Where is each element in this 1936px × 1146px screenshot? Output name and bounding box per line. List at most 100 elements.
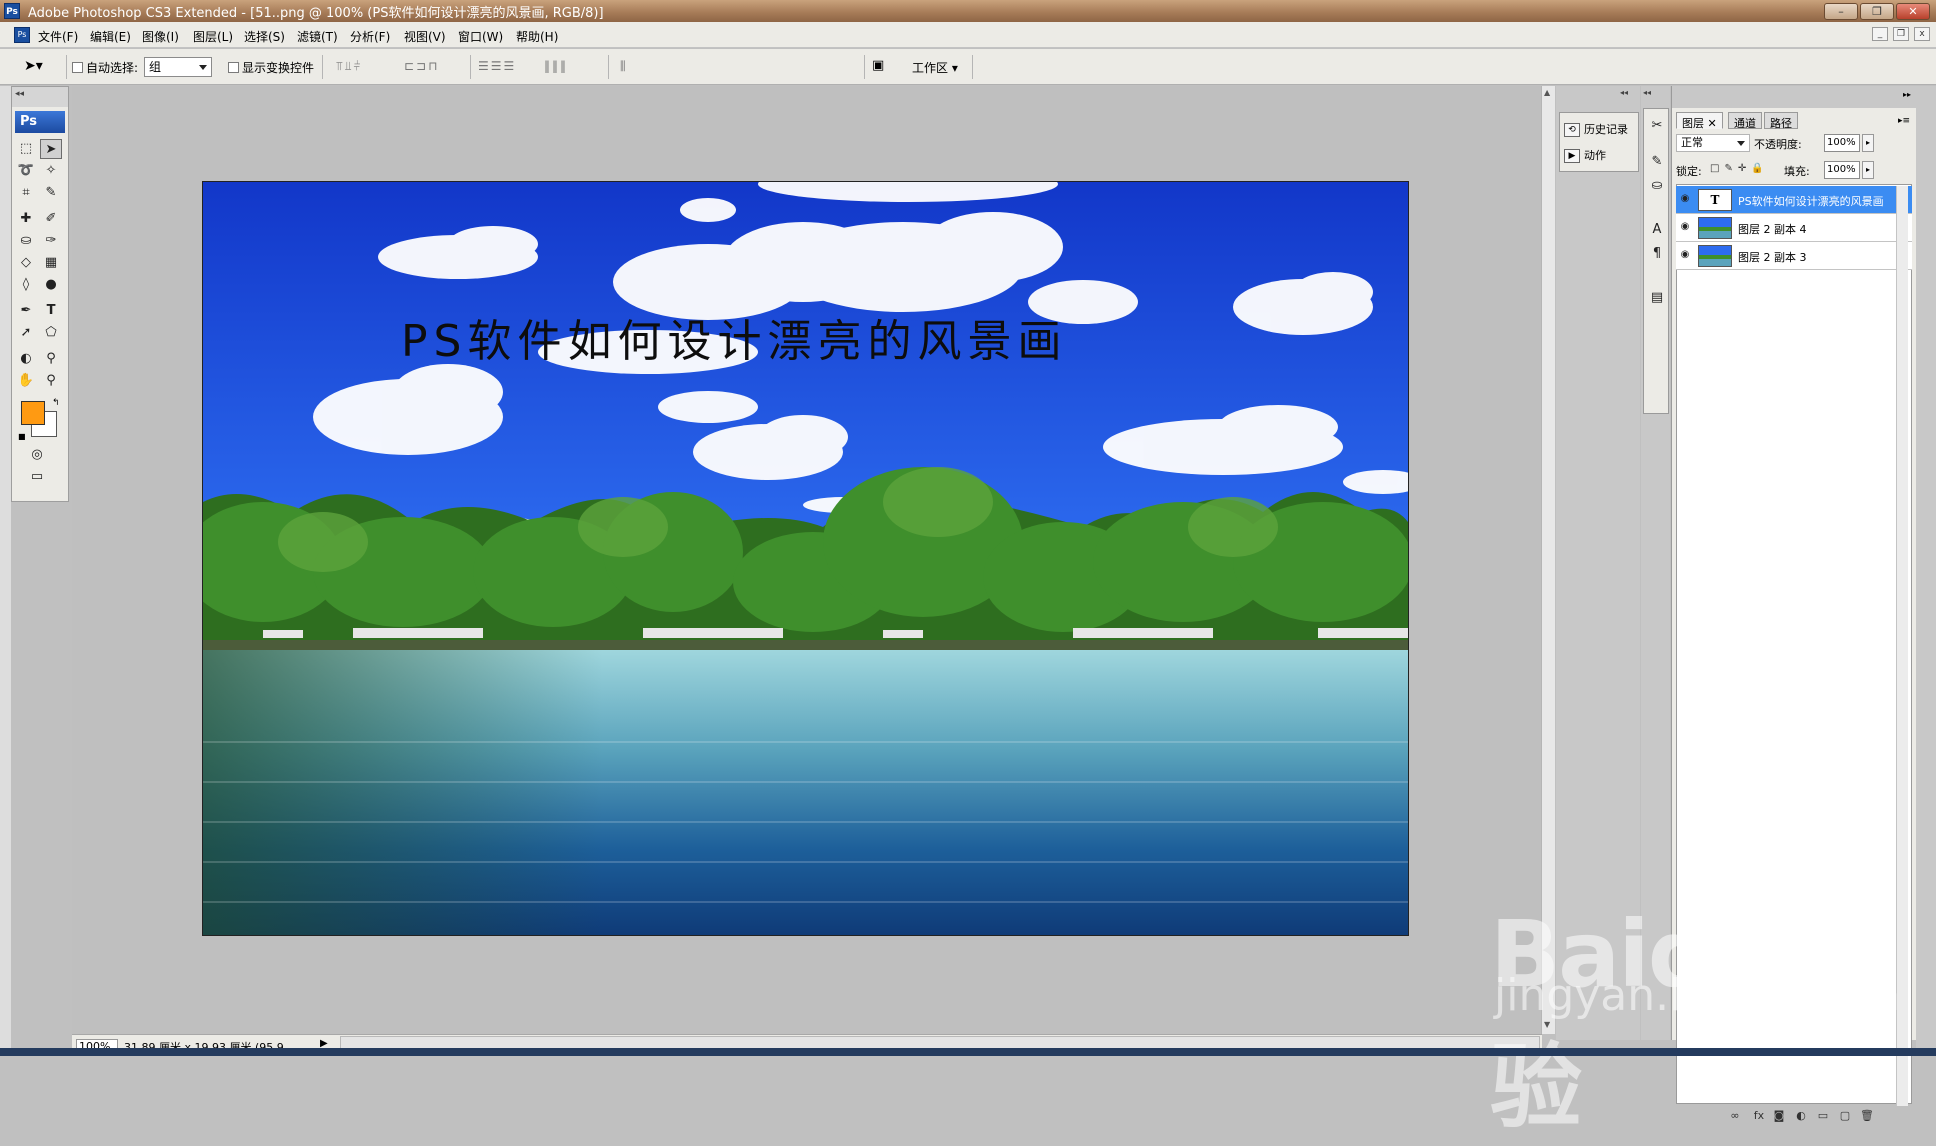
workspace-menu[interactable]: 工作区 ▾ bbox=[912, 59, 958, 76]
layer-row[interactable]: ◉ 图层 2 副本 4 bbox=[1676, 214, 1912, 242]
canvas-text-layer[interactable]: PS软件如何设计漂亮的风景画 bbox=[401, 305, 1067, 369]
scroll-up-icon[interactable]: ▲ bbox=[1544, 88, 1550, 97]
move-tool-icon[interactable]: ➤ bbox=[40, 139, 62, 159]
blur-tool-icon[interactable]: ◊ bbox=[15, 275, 37, 295]
layer-name[interactable]: 图层 2 副本 4 bbox=[1738, 221, 1807, 237]
doc-close-button[interactable]: x bbox=[1914, 27, 1930, 41]
lock-icons[interactable]: □✎✛🔒 bbox=[1710, 163, 1769, 174]
lasso-tool-icon[interactable]: ➰ bbox=[15, 161, 37, 181]
character-icon[interactable]: A bbox=[1648, 221, 1666, 239]
tab-layers[interactable]: 图层 ✕ bbox=[1676, 112, 1723, 130]
new-group-icon[interactable]: ▭ bbox=[1816, 1109, 1830, 1123]
distribute-top-icons[interactable]: ☰☰☰ bbox=[478, 59, 534, 75]
tab-paths[interactable]: 路径 bbox=[1764, 112, 1798, 130]
distribute-left-icons[interactable]: ‖‖‖ bbox=[544, 59, 600, 75]
eye-icon[interactable]: ◉ bbox=[1678, 193, 1692, 205]
menu-window[interactable]: 窗口(W) bbox=[458, 28, 503, 45]
auto-align-icon[interactable]: ⫼ bbox=[620, 59, 636, 75]
healing-brush-tool-icon[interactable]: ✚ bbox=[15, 209, 37, 229]
history-brush-tool-icon[interactable]: ✑ bbox=[40, 231, 62, 251]
gradient-tool-icon[interactable]: ▦ bbox=[40, 253, 62, 273]
layer-name[interactable]: PS软件如何设计漂亮的风景画 bbox=[1738, 193, 1884, 209]
collapse-icon[interactable]: ◂◂ bbox=[1620, 88, 1628, 97]
collapse-icon[interactable]: ▸▸ bbox=[1903, 90, 1911, 99]
align-top-icons[interactable]: ⫪⫫⫩ bbox=[336, 59, 406, 75]
layer-mask-icon[interactable]: ◙ bbox=[1772, 1109, 1786, 1123]
swap-colors-icon[interactable]: ↰ bbox=[52, 398, 60, 408]
opacity-input[interactable]: 100% bbox=[1824, 134, 1860, 152]
menu-file[interactable]: 文件(F) bbox=[38, 28, 78, 45]
tool-presets-icon[interactable]: ✂ bbox=[1648, 117, 1666, 135]
menu-layer[interactable]: 图层(L) bbox=[193, 28, 233, 45]
align-left-icons[interactable]: ⊏⊐⊓ bbox=[404, 59, 460, 75]
maximize-button[interactable]: ❐ bbox=[1860, 3, 1894, 20]
auto-select-checkbox[interactable] bbox=[72, 62, 83, 73]
shape-tool-icon[interactable]: ⬠ bbox=[40, 323, 62, 343]
auto-select-dropdown[interactable]: 组 bbox=[144, 57, 212, 77]
fill-input[interactable]: 100% bbox=[1824, 161, 1860, 179]
layers-scrollbar[interactable] bbox=[1896, 186, 1908, 1106]
bridge-icon[interactable]: ▣ bbox=[872, 58, 894, 76]
doc-restore-button[interactable]: ❐ bbox=[1893, 27, 1909, 41]
clone-stamp-tool-icon[interactable]: ⛀ bbox=[15, 231, 37, 251]
magic-wand-tool-icon[interactable]: ✧ bbox=[40, 161, 62, 181]
ps-logo-button[interactable]: Ps bbox=[15, 111, 65, 133]
brush-tool-icon[interactable]: ✐ bbox=[40, 209, 62, 229]
hand-tool-icon[interactable]: ✋ bbox=[15, 371, 37, 391]
menu-edit[interactable]: 编辑(E) bbox=[90, 28, 131, 45]
layer-row[interactable]: ◉ 图层 2 副本 3 bbox=[1676, 242, 1912, 270]
toolbox-header[interactable]: ◂◂ bbox=[12, 87, 68, 107]
menu-image[interactable]: 图像(I) bbox=[142, 28, 179, 45]
opacity-slider-arrow-icon[interactable]: ▸ bbox=[1862, 134, 1874, 152]
move-tool-preset-icon[interactable]: ➤▾ bbox=[24, 58, 60, 76]
pen-tool-icon[interactable]: ✒ bbox=[15, 301, 37, 321]
collapse-icon[interactable]: ◂◂ bbox=[1643, 88, 1651, 97]
eye-icon[interactable]: ◉ bbox=[1678, 221, 1692, 233]
new-layer-icon[interactable]: ▢ bbox=[1838, 1109, 1852, 1123]
panel-menu-icon[interactable]: ▸≡ bbox=[1898, 116, 1910, 126]
zoom-tool-icon[interactable]: ⚲ bbox=[40, 371, 62, 391]
actions-panel-button[interactable]: ▶ 动作 bbox=[1564, 147, 1606, 163]
close-icon[interactable]: ✕ bbox=[1708, 117, 1717, 130]
link-layers-icon[interactable]: ∞ bbox=[1728, 1109, 1742, 1123]
fill-slider-arrow-icon[interactable]: ▸ bbox=[1862, 161, 1874, 179]
vertical-scrollbar[interactable]: ▲ ▼ bbox=[1541, 86, 1555, 1034]
eyedropper-tool-icon[interactable]: ⚲ bbox=[40, 349, 62, 369]
quick-mask-icon[interactable]: ◎ bbox=[26, 445, 48, 465]
path-selection-tool-icon[interactable]: ➚ bbox=[15, 323, 37, 343]
brushes-icon[interactable]: ✎ bbox=[1648, 153, 1666, 171]
show-transform-checkbox[interactable] bbox=[228, 62, 239, 73]
menu-filter[interactable]: 滤镜(T) bbox=[297, 28, 338, 45]
tab-channels[interactable]: 通道 bbox=[1728, 112, 1762, 130]
default-colors-icon[interactable]: ■ bbox=[18, 432, 26, 441]
layer-name[interactable]: 图层 2 副本 3 bbox=[1738, 249, 1807, 265]
document-canvas[interactable]: PS软件如何设计漂亮的风景画 bbox=[202, 181, 1409, 936]
foreground-color-swatch[interactable] bbox=[21, 401, 45, 425]
3d-rotate-tool-icon[interactable]: ◐ bbox=[15, 349, 37, 369]
doc-minimize-button[interactable]: _ bbox=[1872, 27, 1888, 41]
menu-select[interactable]: 选择(S) bbox=[244, 28, 285, 45]
delete-layer-icon[interactable]: 🗑 bbox=[1860, 1109, 1874, 1123]
paragraph-icon[interactable]: ¶ bbox=[1648, 245, 1666, 263]
menu-analysis[interactable]: 分析(F) bbox=[350, 28, 390, 45]
menu-help[interactable]: 帮助(H) bbox=[516, 28, 558, 45]
layer-comps-icon[interactable]: ▤ bbox=[1648, 289, 1666, 307]
layer-row[interactable]: ◉ T PS软件如何设计漂亮的风景画 bbox=[1676, 186, 1912, 214]
blend-mode-dropdown[interactable]: 正常 bbox=[1676, 134, 1750, 152]
slice-tool-icon[interactable]: ✎ bbox=[40, 183, 62, 203]
eye-icon[interactable]: ◉ bbox=[1678, 249, 1692, 261]
marquee-tool-icon[interactable]: ⬚ bbox=[15, 139, 37, 159]
dodge-tool-icon[interactable]: ● bbox=[40, 275, 62, 295]
scroll-down-icon[interactable]: ▼ bbox=[1544, 1020, 1550, 1029]
menu-view[interactable]: 视图(V) bbox=[404, 28, 446, 45]
clone-source-icon[interactable]: ⛀ bbox=[1648, 177, 1666, 195]
history-panel-button[interactable]: ⟲ 历史记录 bbox=[1564, 121, 1628, 137]
eraser-tool-icon[interactable]: ◇ bbox=[15, 253, 37, 273]
screen-mode-icon[interactable]: ▭ bbox=[26, 467, 48, 487]
layer-style-icon[interactable]: fx bbox=[1752, 1109, 1766, 1123]
type-tool-icon[interactable]: T bbox=[40, 301, 62, 321]
document-icon[interactable]: Ps bbox=[14, 27, 30, 43]
crop-tool-icon[interactable]: ⌗ bbox=[15, 183, 37, 203]
minimize-button[interactable]: – bbox=[1824, 3, 1858, 20]
close-button[interactable]: ✕ bbox=[1896, 3, 1930, 20]
